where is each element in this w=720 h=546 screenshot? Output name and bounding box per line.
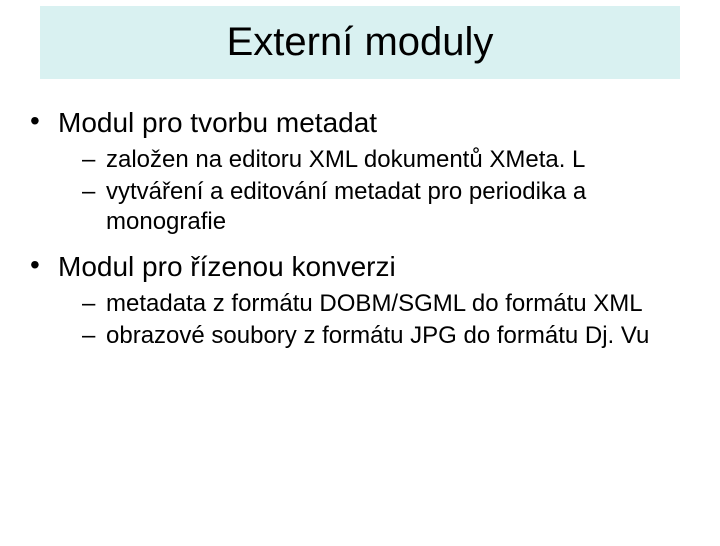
- slide: Externí moduly Modul pro tvorbu metadat …: [0, 6, 720, 546]
- slide-content: Modul pro tvorbu metadat založen na edit…: [0, 79, 720, 351]
- list-item: Modul pro tvorbu metadat založen na edit…: [30, 107, 690, 237]
- list-item: vytváření a editování metadat pro period…: [58, 177, 690, 237]
- bullet-text: Modul pro tvorbu metadat: [58, 107, 377, 138]
- sub-list: založen na editoru XML dokumentů XMeta. …: [58, 145, 690, 237]
- sub-list: metadata z formátu DOBM/SGML do formátu …: [58, 289, 690, 351]
- list-item: založen na editoru XML dokumentů XMeta. …: [58, 145, 690, 175]
- slide-title: Externí moduly: [40, 20, 680, 65]
- list-item: metadata z formátu DOBM/SGML do formátu …: [58, 289, 690, 319]
- bullet-text: Modul pro řízenou konverzi: [58, 251, 396, 282]
- list-item: obrazové soubory z formátu JPG do formát…: [58, 321, 690, 351]
- list-item: Modul pro řízenou konverzi metadata z fo…: [30, 251, 690, 351]
- bullet-list: Modul pro tvorbu metadat založen na edit…: [30, 107, 690, 351]
- title-band: Externí moduly: [40, 6, 680, 79]
